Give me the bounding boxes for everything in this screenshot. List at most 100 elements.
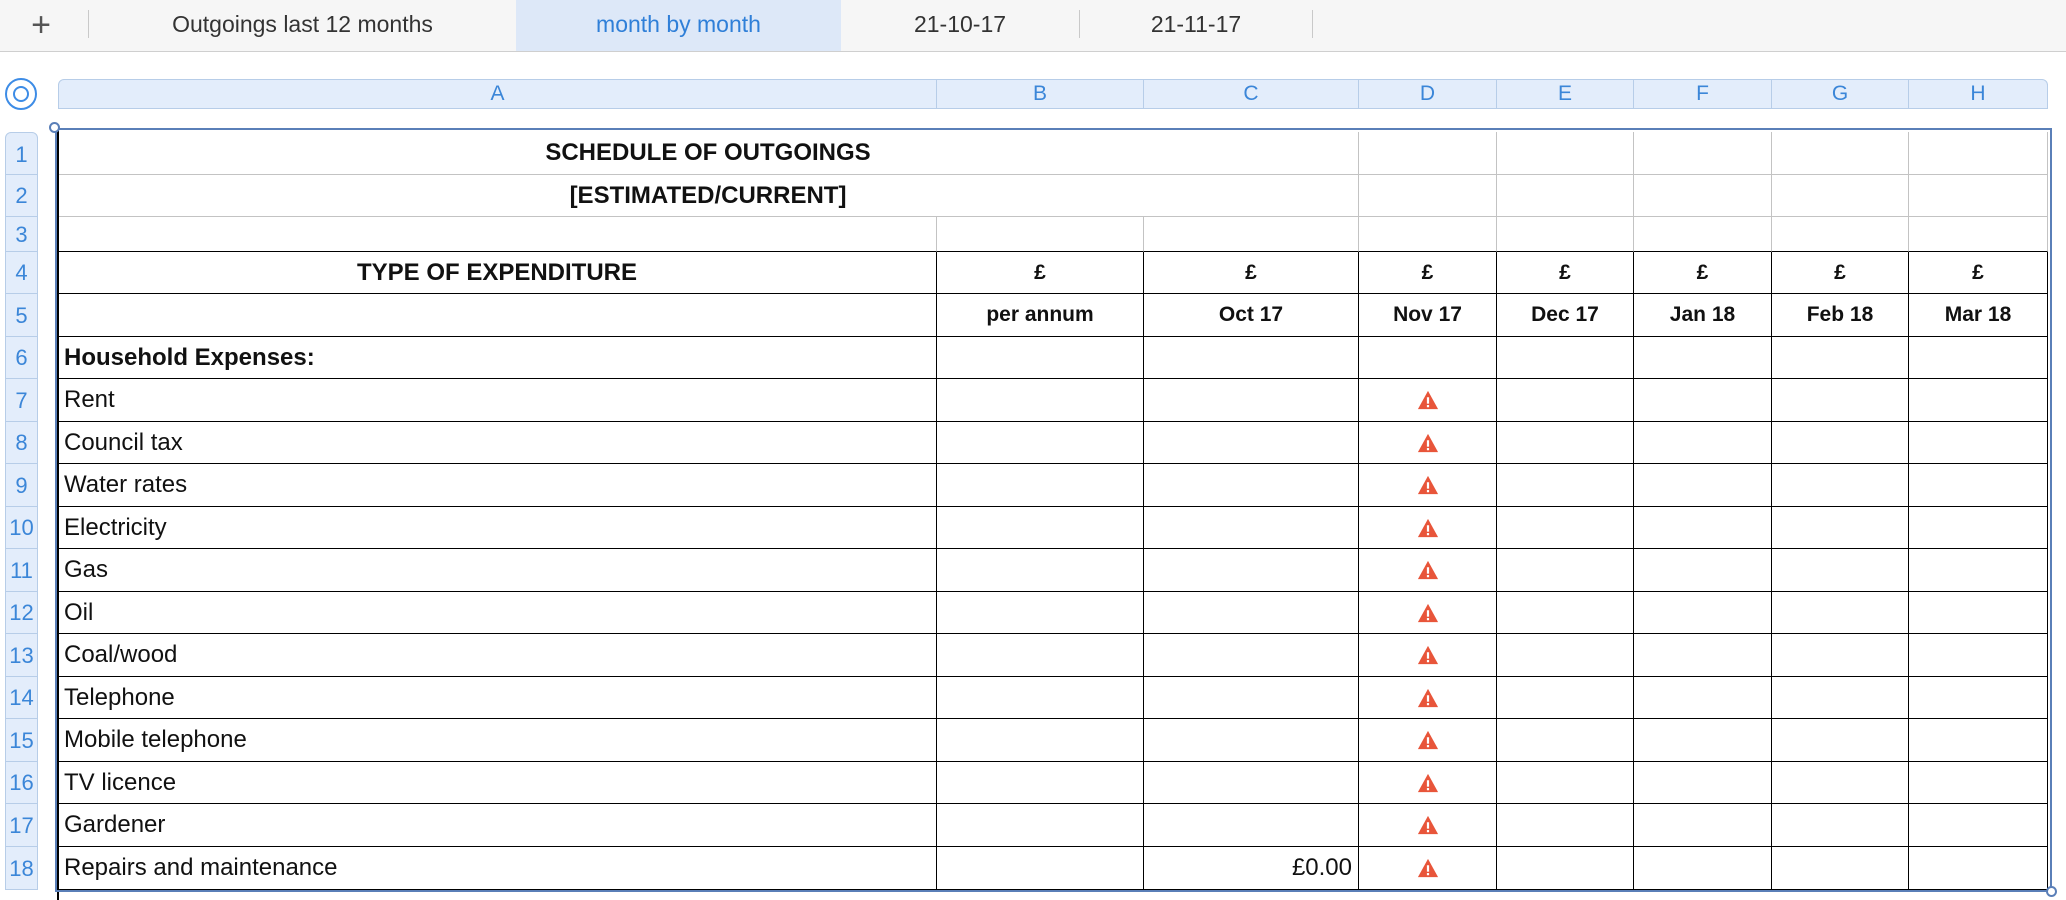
cell-b9[interactable] — [937, 464, 1144, 507]
cell-c13[interactable] — [1144, 634, 1359, 677]
cell-h16[interactable] — [1909, 762, 2048, 804]
warning-triangle-icon[interactable] — [1417, 474, 1439, 496]
cell-g12[interactable] — [1772, 592, 1909, 634]
cell-h13[interactable] — [1909, 634, 2048, 677]
cell-d13[interactable] — [1359, 634, 1497, 677]
tab-month-by-month[interactable]: month by month — [516, 0, 841, 51]
cell-b7[interactable] — [937, 379, 1144, 422]
row-header-8[interactable]: 8 — [5, 422, 38, 464]
cell-c12[interactable] — [1144, 592, 1359, 634]
cell-c18[interactable]: £0.00 — [1144, 847, 1359, 890]
cell-b13[interactable] — [937, 634, 1144, 677]
warning-triangle-icon[interactable] — [1417, 517, 1439, 539]
cell-c4-currency[interactable]: £ — [1144, 252, 1359, 294]
cell-g5-period[interactable]: Feb 18 — [1772, 294, 1909, 337]
cell-e6[interactable] — [1497, 337, 1634, 379]
column-header-a[interactable]: A — [58, 79, 937, 109]
cell-h8[interactable] — [1909, 422, 2048, 464]
row-header-3[interactable]: 3 — [5, 217, 38, 252]
cell-d2[interactable] — [1359, 175, 1497, 217]
column-header-g[interactable]: G — [1772, 79, 1909, 109]
cell-c11[interactable] — [1144, 549, 1359, 592]
cell-f16[interactable] — [1634, 762, 1772, 804]
warning-triangle-icon[interactable] — [1417, 729, 1439, 751]
cell-b17[interactable] — [937, 804, 1144, 847]
cell-h18[interactable] — [1909, 847, 2048, 890]
cell-e5-period[interactable]: Dec 17 — [1497, 294, 1634, 337]
cell-g11[interactable] — [1772, 549, 1909, 592]
warning-triangle-icon[interactable] — [1417, 559, 1439, 581]
cell-b10[interactable] — [937, 507, 1144, 549]
cell-e14[interactable] — [1497, 677, 1634, 719]
cell-e1[interactable] — [1497, 132, 1634, 175]
cell-b4-currency[interactable]: £ — [937, 252, 1144, 294]
column-header-b[interactable]: B — [937, 79, 1144, 109]
cell-b16[interactable] — [937, 762, 1144, 804]
warning-triangle-icon[interactable] — [1417, 644, 1439, 666]
cell-h12[interactable] — [1909, 592, 2048, 634]
cell-a10-item-name[interactable]: Electricity — [58, 507, 937, 549]
cell-e12[interactable] — [1497, 592, 1634, 634]
cell-f8[interactable] — [1634, 422, 1772, 464]
row-header-5[interactable]: 5 — [5, 294, 38, 337]
cell-h1[interactable] — [1909, 132, 2048, 175]
cell-c17[interactable] — [1144, 804, 1359, 847]
cell-a1-title[interactable]: SCHEDULE OF OUTGOINGS — [58, 132, 1359, 175]
cell-h17[interactable] — [1909, 804, 2048, 847]
cell-e11[interactable] — [1497, 549, 1634, 592]
cell-f5-period[interactable]: Jan 18 — [1634, 294, 1772, 337]
cell-h11[interactable] — [1909, 549, 2048, 592]
cell-h5-period[interactable]: Mar 18 — [1909, 294, 2048, 337]
tab-21-10-17[interactable]: 21-10-17 — [841, 0, 1079, 51]
row-header-7[interactable]: 7 — [5, 379, 38, 422]
cell-b3[interactable] — [937, 217, 1144, 252]
selection-handle-top-left[interactable] — [49, 122, 60, 133]
cell-h9[interactable] — [1909, 464, 2048, 507]
cell-a13-item-name[interactable]: Coal/wood — [58, 634, 937, 677]
cell-d11[interactable] — [1359, 549, 1497, 592]
cell-g9[interactable] — [1772, 464, 1909, 507]
row-header-17[interactable]: 17 — [5, 804, 38, 847]
cell-g6[interactable] — [1772, 337, 1909, 379]
cell-a8-item-name[interactable]: Council tax — [58, 422, 937, 464]
warning-triangle-icon[interactable] — [1417, 857, 1439, 879]
cell-a18-item-name[interactable]: Repairs and maintenance — [58, 847, 937, 890]
cell-e10[interactable] — [1497, 507, 1634, 549]
cell-g2[interactable] — [1772, 175, 1909, 217]
cell-e4-currency[interactable]: £ — [1497, 252, 1634, 294]
row-header-4[interactable]: 4 — [5, 252, 38, 294]
selection-handle-bottom-right[interactable] — [2046, 886, 2057, 897]
cell-b15[interactable] — [937, 719, 1144, 762]
cell-h6[interactable] — [1909, 337, 2048, 379]
cell-h10[interactable] — [1909, 507, 2048, 549]
cell-a17-item-name[interactable]: Gardener — [58, 804, 937, 847]
cell-c5-period[interactable]: Oct 17 — [1144, 294, 1359, 337]
cell-b12[interactable] — [937, 592, 1144, 634]
row-header-1[interactable]: 1 — [5, 132, 38, 175]
cell-f13[interactable] — [1634, 634, 1772, 677]
cell-f1[interactable] — [1634, 132, 1772, 175]
row-header-2[interactable]: 2 — [5, 175, 38, 217]
cell-g8[interactable] — [1772, 422, 1909, 464]
cell-e3[interactable] — [1497, 217, 1634, 252]
cell-a4-type-header[interactable]: TYPE OF EXPENDITURE — [58, 252, 937, 294]
cell-b6[interactable] — [937, 337, 1144, 379]
cell-a2-subtitle[interactable]: [ESTIMATED/CURRENT] — [58, 175, 1359, 217]
cell-c3[interactable] — [1144, 217, 1359, 252]
cell-f7[interactable] — [1634, 379, 1772, 422]
cell-h7[interactable] — [1909, 379, 2048, 422]
cell-a3[interactable] — [58, 217, 937, 252]
cell-f14[interactable] — [1634, 677, 1772, 719]
cell-a5[interactable] — [58, 294, 937, 337]
cell-g4-currency[interactable]: £ — [1772, 252, 1909, 294]
warning-triangle-icon[interactable] — [1417, 772, 1439, 794]
cell-a11-item-name[interactable]: Gas — [58, 549, 937, 592]
cell-b14[interactable] — [937, 677, 1144, 719]
row-header-13[interactable]: 13 — [5, 634, 38, 677]
cell-b8[interactable] — [937, 422, 1144, 464]
cell-c14[interactable] — [1144, 677, 1359, 719]
cell-c8[interactable] — [1144, 422, 1359, 464]
cell-g18[interactable] — [1772, 847, 1909, 890]
cell-h15[interactable] — [1909, 719, 2048, 762]
cell-b11[interactable] — [937, 549, 1144, 592]
